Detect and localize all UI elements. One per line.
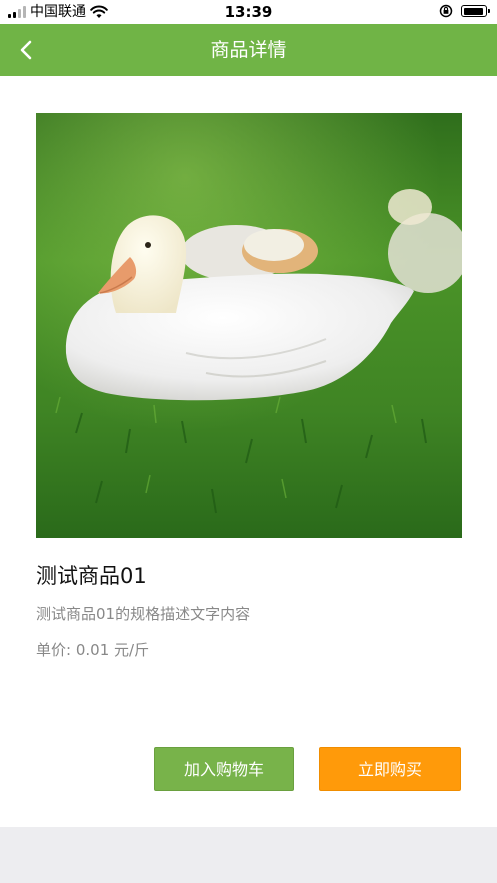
price-value: 0.01 元/斤 (75, 641, 150, 659)
price-row: 单价: 0.01 元/斤 (36, 640, 149, 660)
nav-bar: 商品详情 (0, 24, 497, 76)
status-bar: 中国联通 13:39 (0, 0, 497, 24)
product-name: 测试商品01 (36, 564, 147, 588)
orientation-lock-icon (439, 4, 453, 18)
status-time: 13:39 (224, 3, 273, 21)
product-detail: 测试商品01 测试商品01的规格描述文字内容 单价: 0.01 元/斤 加入购物… (0, 76, 497, 827)
add-to-cart-button[interactable]: 加入购物车 (154, 747, 294, 791)
buy-now-button[interactable]: 立即购买 (319, 747, 461, 791)
product-image (36, 113, 462, 538)
product-description: 测试商品01的规格描述文字内容 (36, 605, 251, 623)
page-title: 商品详情 (210, 39, 287, 61)
battery-icon (461, 5, 490, 17)
status-right (439, 4, 490, 18)
price-label: 单价: (36, 641, 72, 659)
